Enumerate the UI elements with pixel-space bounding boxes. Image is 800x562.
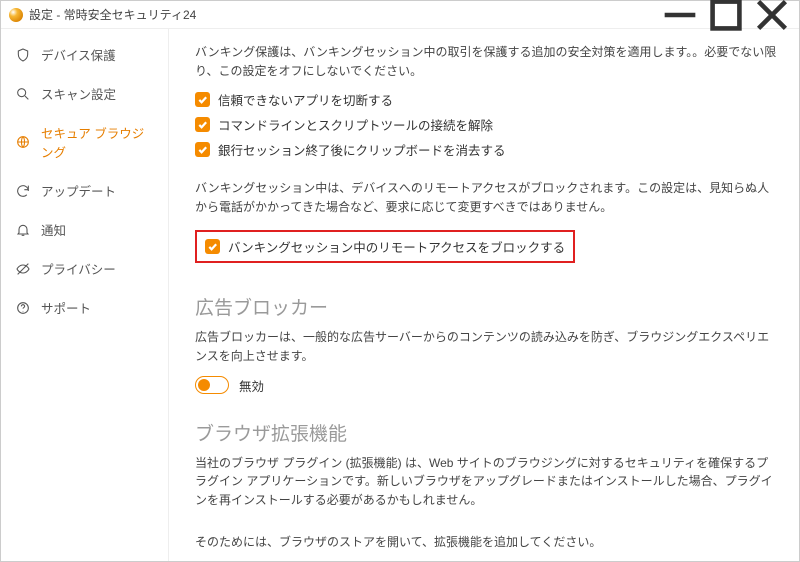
sidebar-item-device-protection[interactable]: デバイス保護: [1, 35, 168, 74]
close-button[interactable]: [749, 1, 795, 29]
checkbox-icon: [205, 239, 220, 254]
checkbox-label: コマンドラインとスクリプトツールの接続を解除: [218, 115, 493, 134]
sidebar-item-label: アップデート: [41, 181, 116, 200]
minimize-button[interactable]: [657, 1, 703, 29]
adblock-toggle-label: 無効: [239, 376, 264, 395]
search-icon: [15, 86, 31, 102]
remote-access-description: バンキングセッション中は、デバイスへのリモートアクセスがブロックされます。この設…: [195, 179, 777, 216]
refresh-icon: [15, 183, 31, 199]
sidebar-item-notifications[interactable]: 通知: [1, 210, 168, 249]
extensions-title: ブラウザ拡張機能: [195, 419, 777, 446]
sidebar-item-support[interactable]: サポート: [1, 288, 168, 327]
checkbox-icon: [195, 142, 210, 157]
adblock-description: 広告ブロッカーは、一般的な広告サーバーからのコンテンツの読み込みを防ぎ、ブラウジ…: [195, 328, 777, 365]
sidebar-item-label: サポート: [41, 298, 91, 317]
sidebar-item-scan-settings[interactable]: スキャン設定: [1, 74, 168, 113]
help-icon: [15, 300, 31, 316]
eye-off-icon: [15, 261, 31, 277]
globe-icon: [15, 134, 31, 150]
sidebar-item-secure-browsing[interactable]: セキュア ブラウジング: [1, 113, 168, 171]
checkbox-icon: [195, 117, 210, 132]
checkbox-disconnect-cli[interactable]: コマンドラインとスクリプトツールの接続を解除: [195, 115, 777, 134]
adblock-toggle[interactable]: [195, 376, 229, 394]
checkbox-label: 信頼できないアプリを切断する: [218, 90, 393, 109]
sidebar-item-label: セキュア ブラウジング: [41, 123, 156, 161]
app-icon: [9, 8, 23, 22]
maximize-button[interactable]: [703, 1, 749, 29]
adblock-title: 広告ブロッカー: [195, 293, 777, 320]
sidebar-item-label: デバイス保護: [41, 45, 116, 64]
adblock-toggle-row: 無効: [195, 376, 777, 395]
extensions-desc1: 当社のブラウザ プラグイン (拡張機能) は、Web サイトのブラウジングに対す…: [195, 454, 777, 510]
banking-description: バンキング保護は、バンキングセッション中の取引を保護する追加の安全対策を適用しま…: [195, 43, 777, 80]
sidebar-item-update[interactable]: アップデート: [1, 171, 168, 210]
checkbox-block-remote-access-highlighted[interactable]: バンキングセッション中のリモートアクセスをブロックする: [195, 230, 575, 263]
shield-icon: [15, 47, 31, 63]
sidebar: デバイス保護 スキャン設定 セキュア ブラウジング アップデート 通知 プライバ…: [1, 29, 169, 561]
window-controls: [657, 1, 795, 29]
checkbox-label: 銀行セッション終了後にクリップボードを消去する: [218, 140, 506, 159]
checkbox-label: バンキングセッション中のリモートアクセスをブロックする: [228, 237, 565, 256]
sidebar-item-label: 通知: [41, 220, 66, 239]
window-title: 設定 - 常時安全セキュリティ24: [29, 6, 657, 23]
checkbox-icon: [195, 92, 210, 107]
bell-icon: [15, 222, 31, 238]
sidebar-item-label: プライバシー: [41, 259, 116, 278]
extensions-desc2: そのためには、ブラウザのストアを開いて、拡張機能を追加してください。: [195, 533, 777, 552]
main-content: バンキング保護は、バンキングセッション中の取引を保護する追加の安全対策を適用しま…: [169, 29, 799, 561]
checkbox-clear-clipboard[interactable]: 銀行セッション終了後にクリップボードを消去する: [195, 140, 777, 159]
sidebar-item-label: スキャン設定: [41, 84, 116, 103]
checkbox-disconnect-untrusted[interactable]: 信頼できないアプリを切断する: [195, 90, 777, 109]
titlebar: 設定 - 常時安全セキュリティ24: [1, 1, 799, 29]
sidebar-item-privacy[interactable]: プライバシー: [1, 249, 168, 288]
